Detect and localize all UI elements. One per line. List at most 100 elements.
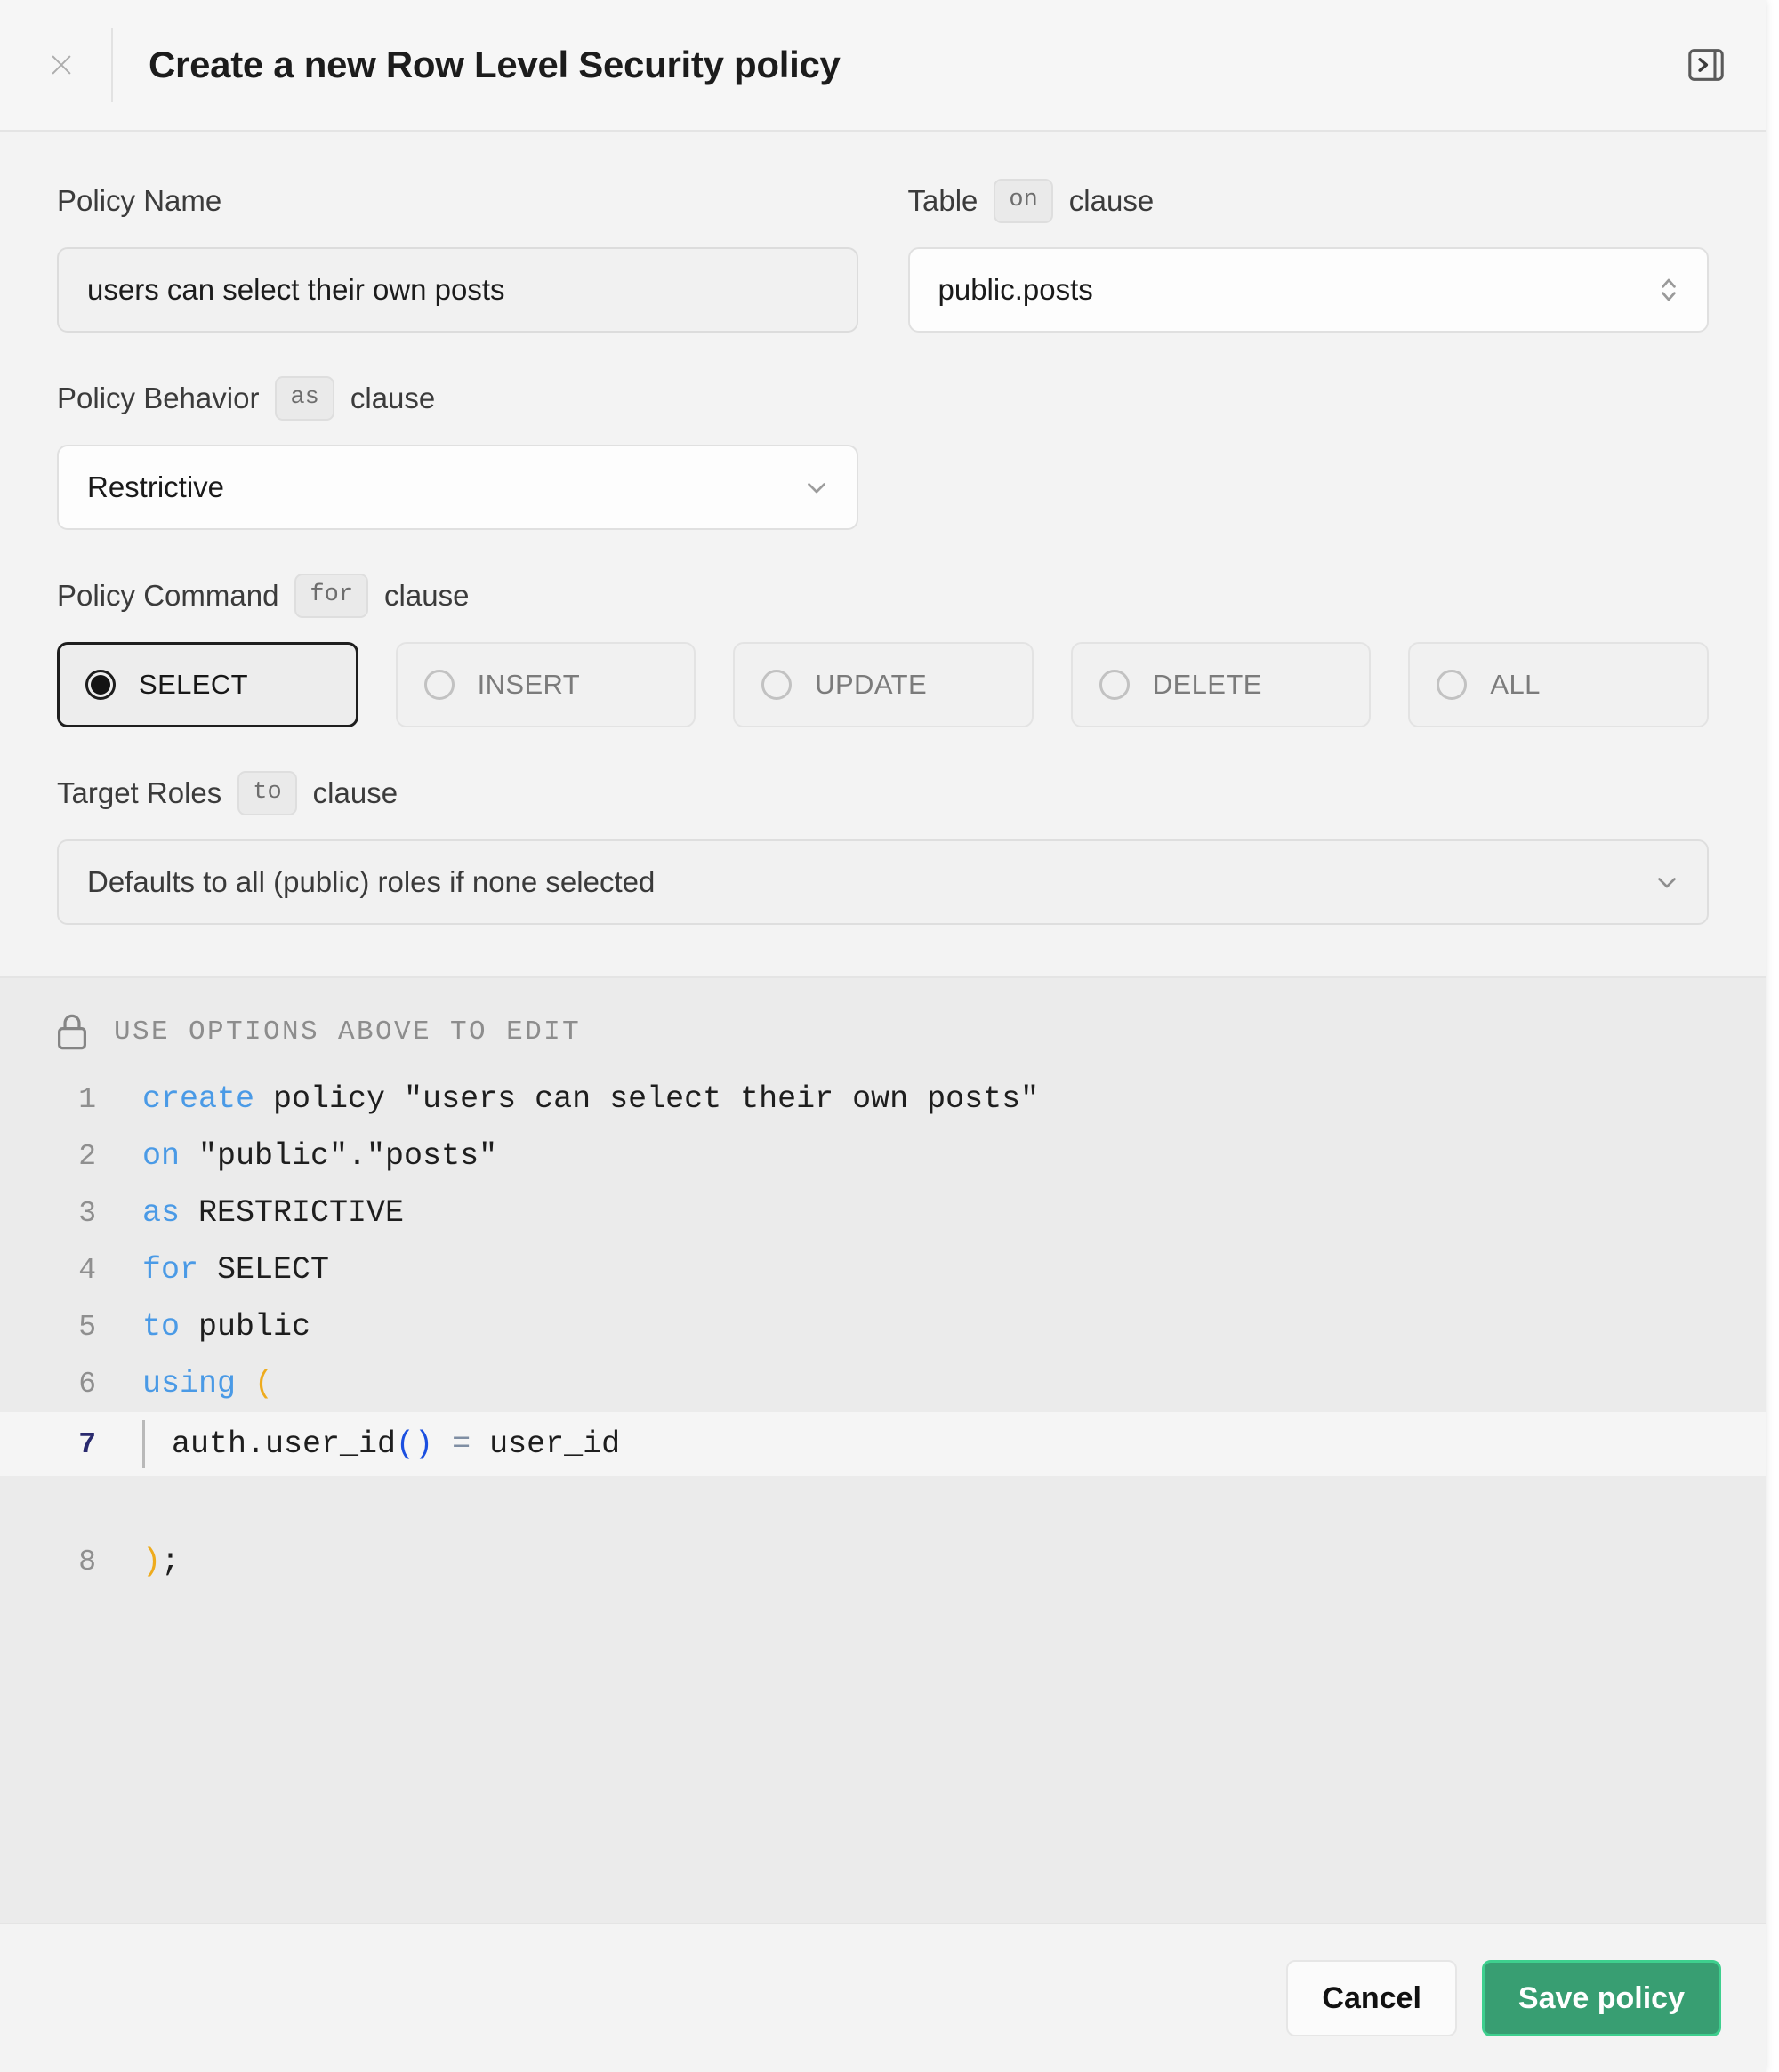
spacer-3	[57, 727, 1709, 770]
code-line: 2 on "public"."posts"	[0, 1128, 1766, 1185]
policy-behavior-group: Policy Behavior as clause Restrictive	[57, 375, 858, 530]
policy-name-label: Policy Name	[57, 184, 221, 218]
indent-guide	[142, 1420, 145, 1468]
as-clause-suffix: clause	[350, 381, 435, 415]
policy-name-input[interactable]: users can select their own posts	[57, 247, 858, 333]
policy-command-label: Policy Command	[57, 579, 278, 613]
table-label: Table	[908, 184, 978, 218]
save-policy-button[interactable]: Save policy	[1482, 1960, 1721, 2036]
target-roles-multiselect[interactable]: Defaults to all (public) roles if none s…	[57, 839, 1709, 925]
line-number: 2	[55, 1140, 96, 1173]
radio-icon	[85, 670, 116, 700]
code-keyword: to	[142, 1309, 180, 1345]
code-lines: 1 create policy "users can select their …	[0, 1071, 1766, 1590]
on-clause-chip: on	[994, 179, 1052, 223]
code-line: 1 create policy "users can select their …	[0, 1071, 1766, 1128]
table-group: Table on clause public.posts	[908, 178, 1710, 333]
code-line-gap	[0, 1476, 1766, 1533]
target-roles-value: Defaults to all (public) roles if none s…	[87, 865, 655, 899]
table-select-value: public.posts	[938, 273, 1093, 307]
header-divider	[111, 28, 113, 102]
option-label: UPDATE	[815, 669, 927, 701]
policy-command-option-delete[interactable]: DELETE	[1071, 642, 1372, 727]
policy-form: Policy Name users can select their own p…	[0, 132, 1766, 978]
code-text: auth.user_id	[172, 1426, 396, 1462]
spacer-2	[57, 530, 1709, 573]
line-number: 4	[55, 1254, 96, 1287]
code-text: "public"."posts"	[180, 1138, 497, 1174]
policy-name-group: Policy Name users can select their own p…	[57, 178, 858, 333]
page-title: Create a new Row Level Security policy	[149, 44, 841, 86]
code-operator: =	[452, 1426, 471, 1462]
code-text-space	[433, 1426, 452, 1462]
panel-right-expand-icon[interactable]	[1686, 44, 1727, 85]
policy-command-option-insert[interactable]: INSERT	[396, 642, 696, 727]
line-number: 7	[55, 1428, 96, 1461]
radio-icon	[1099, 670, 1130, 700]
policy-command-group: Policy Command for clause SELECT INSERT …	[57, 573, 1709, 727]
policy-command-option-select[interactable]: SELECT	[57, 642, 358, 727]
code-line: 5 to public	[0, 1298, 1766, 1355]
for-clause-suffix: clause	[384, 579, 469, 613]
line-number: 3	[55, 1197, 96, 1230]
to-clause-chip: to	[237, 771, 296, 815]
code-keyword: for	[142, 1252, 198, 1288]
editor-hint-text: USE OPTIONS ABOVE TO EDIT	[114, 1016, 581, 1048]
target-roles-label: Target Roles	[57, 776, 221, 810]
policy-behavior-label-row: Policy Behavior as clause	[57, 375, 858, 422]
option-label: DELETE	[1153, 669, 1262, 701]
name-and-table-row: Policy Name users can select their own p…	[57, 178, 1709, 333]
target-roles-label-row: Target Roles to clause	[57, 770, 1709, 816]
code-call-parens: ()	[396, 1426, 433, 1462]
for-clause-chip: for	[294, 574, 368, 618]
radio-icon	[761, 670, 792, 700]
code-text-tail: user_id	[471, 1426, 620, 1462]
code-keyword: create	[142, 1081, 254, 1117]
policy-name-label-row: Policy Name	[57, 178, 858, 224]
table-label-row: Table on clause	[908, 178, 1710, 224]
policy-behavior-label: Policy Behavior	[57, 381, 259, 415]
policy-command-option-update[interactable]: UPDATE	[733, 642, 1034, 727]
on-clause-suffix: clause	[1069, 184, 1154, 218]
line-number: 5	[55, 1311, 96, 1344]
code-text: RESTRICTIVE	[180, 1195, 404, 1231]
dialog-footer: Cancel Save policy	[0, 1923, 1766, 2072]
option-label: SELECT	[139, 669, 248, 701]
policy-command-options: SELECT INSERT UPDATE DELETE ALL	[57, 642, 1709, 727]
policy-command-option-all[interactable]: ALL	[1408, 642, 1709, 727]
code-keyword: as	[142, 1195, 180, 1231]
policy-command-label-row: Policy Command for clause	[57, 573, 1709, 619]
policy-behavior-value: Restrictive	[87, 470, 224, 504]
option-label: INSERT	[478, 669, 581, 701]
close-icon[interactable]	[46, 50, 76, 80]
code-line: 8 );	[0, 1533, 1766, 1590]
line-number: 1	[55, 1083, 96, 1116]
line-number: 8	[55, 1546, 96, 1578]
option-label: ALL	[1490, 669, 1540, 701]
to-clause-suffix: clause	[313, 776, 398, 810]
table-select[interactable]: public.posts	[908, 247, 1710, 333]
policy-behavior-select[interactable]: Restrictive	[57, 445, 858, 530]
chevron-down-icon	[801, 472, 832, 502]
lock-icon	[55, 1012, 89, 1051]
code-line-active: 7 auth.user_id() = user_id	[0, 1412, 1766, 1476]
code-line: 4 for SELECT	[0, 1241, 1766, 1298]
code-line: 6 using (	[0, 1355, 1766, 1412]
cancel-button[interactable]: Cancel	[1286, 1960, 1457, 2036]
chevron-up-down-icon	[1655, 270, 1682, 309]
target-roles-group: Target Roles to clause Defaults to all (…	[57, 770, 1709, 925]
code-line: 3 as RESTRICTIVE	[0, 1185, 1766, 1241]
rls-policy-dialog: Create a new Row Level Security policy P…	[0, 0, 1766, 2072]
dialog-header: Create a new Row Level Security policy	[0, 0, 1766, 132]
spacer-1	[57, 333, 1709, 375]
behavior-right-spacer	[908, 375, 1710, 530]
code-close-paren: )	[142, 1544, 161, 1579]
code-keyword: on	[142, 1138, 180, 1174]
code-text: SELECT	[198, 1252, 329, 1288]
chevron-down-icon	[1652, 867, 1682, 897]
behavior-row: Policy Behavior as clause Restrictive	[57, 375, 1709, 530]
code-text: policy "users can select their own posts…	[254, 1081, 1039, 1117]
line-number: 6	[55, 1368, 96, 1401]
sql-preview-editor[interactable]: USE OPTIONS ABOVE TO EDIT 1 create polic…	[0, 978, 1766, 1923]
as-clause-chip: as	[275, 376, 334, 421]
